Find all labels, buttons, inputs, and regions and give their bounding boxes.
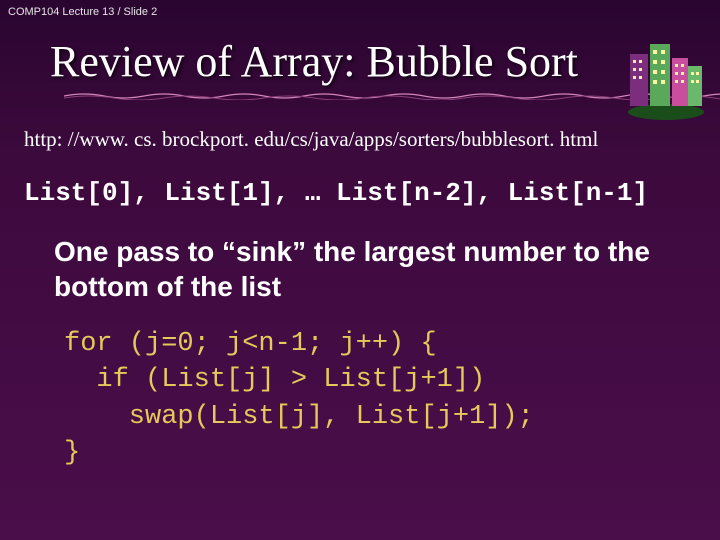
slide-header: COMP104 Lecture 13 / Slide 2	[0, 0, 720, 24]
description-text: One pass to “sink” the largest number to…	[24, 234, 700, 304]
slide-content: http: //www. cs. brockport. edu/cs/java/…	[0, 115, 720, 472]
buildings-clipart-icon	[622, 34, 710, 122]
reference-url: http: //www. cs. brockport. edu/cs/java/…	[24, 127, 700, 152]
code-block: for (j=0; j<n-1; j++) { if (List[j] > Li…	[24, 326, 700, 472]
array-notation-line: List[0], List[1], … List[n-2], List[n-1]	[24, 178, 700, 208]
title-area: Review of Array: Bubble Sort	[0, 24, 720, 115]
slide-title: Review of Array: Bubble Sort	[50, 36, 720, 87]
